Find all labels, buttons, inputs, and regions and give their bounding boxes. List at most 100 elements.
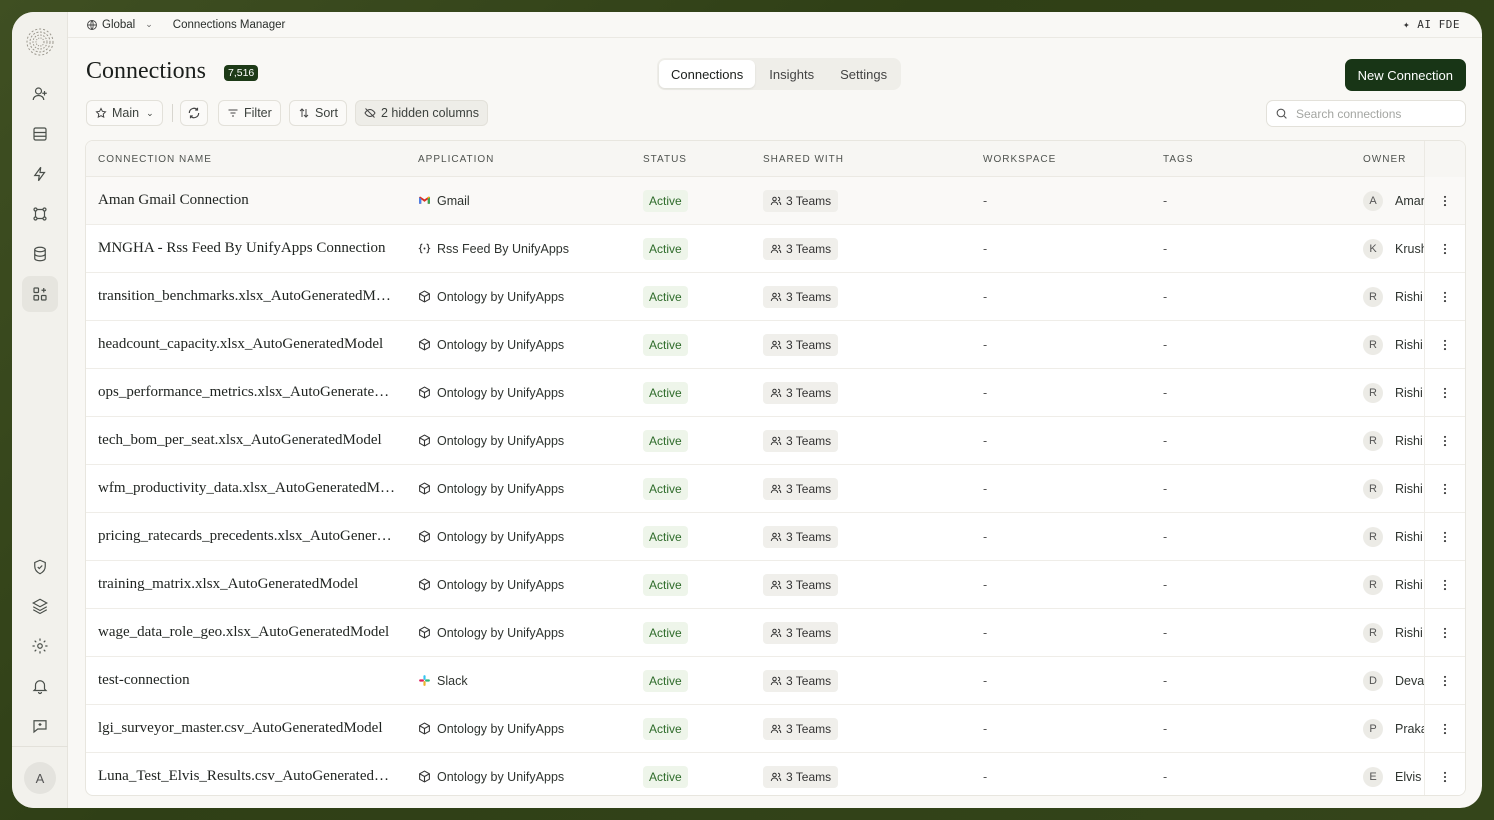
column-header-status[interactable]: STATUS [643, 154, 687, 165]
shared-with-badge[interactable]: 3 Teams [763, 237, 839, 260]
connection-name[interactable]: lgi_surveyor_master.csv_AutoGeneratedMod… [98, 705, 396, 752]
row-actions-button[interactable] [1424, 705, 1465, 752]
layers-icon[interactable] [22, 588, 58, 624]
connection-name[interactable]: wage_data_role_geo.xlsx_AutoGeneratedMod… [98, 609, 396, 656]
bell-icon[interactable] [22, 668, 58, 704]
column-header-name[interactable]: CONNECTION NAME [98, 154, 212, 165]
table-row[interactable]: tech_bom_per_seat.xlsx_AutoGeneratedMode… [86, 417, 1465, 465]
table-row[interactable]: training_matrix.xlsx_AutoGeneratedModel … [86, 561, 1465, 609]
table-row[interactable]: ops_performance_metrics.xlsx_AutoGenerat… [86, 369, 1465, 417]
connection-name[interactable]: ops_performance_metrics.xlsx_AutoGenerat… [98, 369, 396, 416]
gear-icon[interactable] [22, 628, 58, 664]
hidden-columns-button[interactable]: 2 hidden columns [355, 100, 488, 126]
feedback-icon[interactable] [22, 708, 58, 744]
tab-connections[interactable]: Connections [659, 60, 756, 88]
row-actions-button[interactable] [1424, 513, 1465, 560]
shared-with-label: 3 Teams [786, 433, 832, 448]
table-row[interactable]: Luna_Test_Elvis_Results.csv_AutoGenerate… [86, 753, 1465, 795]
row-actions-button[interactable] [1424, 225, 1465, 272]
scope-selector[interactable]: Global ⌄ [86, 19, 153, 31]
column-header-owner[interactable]: OWNER [1363, 154, 1406, 165]
table-row[interactable]: lgi_surveyor_master.csv_AutoGeneratedMod… [86, 705, 1465, 753]
shield-check-icon[interactable] [22, 549, 58, 585]
table-row[interactable]: headcount_capacity.xlsx_AutoGeneratedMod… [86, 321, 1465, 369]
row-actions-button[interactable] [1424, 561, 1465, 608]
breadcrumb[interactable]: Connections Manager [173, 19, 286, 31]
table-row[interactable]: Aman Gmail Connection Gmail Active 3 Tea… [86, 177, 1465, 225]
ai-fde-button[interactable]: ✦ AI FDE [1403, 18, 1460, 31]
connection-name[interactable]: Luna_Test_Elvis_Results.csv_AutoGenerate… [98, 753, 396, 795]
column-header-application[interactable]: APPLICATION [418, 154, 494, 165]
status-badge: Active [643, 285, 688, 308]
connection-name[interactable]: tech_bom_per_seat.xlsx_AutoGeneratedMode… [98, 417, 396, 464]
column-header-tags[interactable]: TAGS [1163, 154, 1193, 165]
row-actions-button[interactable] [1424, 369, 1465, 416]
owner-name: Prakash [1395, 721, 1425, 736]
shared-with-badge[interactable]: 3 Teams [763, 429, 839, 452]
workflow-icon[interactable] [22, 196, 58, 232]
application-name: Ontology by UnifyApps [437, 337, 565, 352]
more-vertical-icon [1443, 339, 1447, 350]
user-avatar[interactable]: A [24, 762, 56, 794]
connection-name[interactable]: MNGHA - Rss Feed By UnifyApps Connection [98, 225, 396, 272]
view-tabs: Connections Insights Settings [657, 58, 902, 90]
table-row[interactable]: test-connection Slack Active 3 Teams - -… [86, 657, 1465, 705]
inbox-icon[interactable] [22, 116, 58, 152]
row-actions-button[interactable] [1424, 321, 1465, 368]
shared-with-badge[interactable]: 3 Teams [763, 621, 839, 644]
connection-name[interactable]: pricing_ratecards_precedents.xlsx_AutoGe… [98, 513, 396, 560]
shared-with-badge[interactable]: 3 Teams [763, 189, 839, 212]
column-header-shared-with[interactable]: SHARED WITH [763, 154, 844, 165]
refresh-button[interactable] [180, 100, 208, 126]
row-actions-button[interactable] [1424, 177, 1465, 224]
shared-with-badge[interactable]: 3 Teams [763, 717, 839, 740]
table-row[interactable]: wage_data_role_geo.xlsx_AutoGeneratedMod… [86, 609, 1465, 657]
row-actions-button[interactable] [1424, 273, 1465, 320]
shared-with-badge[interactable]: 3 Teams [763, 573, 839, 596]
bolt-icon[interactable] [22, 156, 58, 192]
owner-avatar: E [1363, 766, 1383, 787]
table-row[interactable]: transition_benchmarks.xlsx_AutoGenerated… [86, 273, 1465, 321]
logo-icon[interactable] [24, 26, 56, 58]
connection-name[interactable]: training_matrix.xlsx_AutoGeneratedModel [98, 561, 396, 608]
row-actions-button[interactable] [1424, 609, 1465, 656]
view-selector[interactable]: Main ⌄ [86, 100, 163, 126]
database-icon[interactable] [22, 236, 58, 272]
tab-settings[interactable]: Settings [828, 60, 899, 88]
owner-avatar: R [1363, 430, 1383, 451]
row-actions-button[interactable] [1424, 753, 1465, 795]
table-row[interactable]: wfm_productivity_data.xlsx_AutoGenerated… [86, 465, 1465, 513]
tab-insights[interactable]: Insights [757, 60, 826, 88]
tags-cell: - [1163, 577, 1168, 592]
sparkle-icon: ✦ [1403, 18, 1411, 31]
connection-name[interactable]: Aman Gmail Connection [98, 177, 396, 224]
shared-with-badge[interactable]: 3 Teams [763, 381, 839, 404]
apps-add-icon[interactable] [22, 276, 58, 312]
shared-with-badge[interactable]: 3 Teams [763, 477, 839, 500]
cube-icon [419, 530, 430, 543]
column-header-workspace[interactable]: WORKSPACE [983, 154, 1056, 165]
owner-cell: R Rishi [1363, 465, 1425, 512]
connection-name[interactable]: headcount_capacity.xlsx_AutoGeneratedMod… [98, 321, 396, 368]
users-icon[interactable] [22, 76, 58, 112]
filter-button[interactable]: Filter [218, 100, 281, 126]
new-connection-button[interactable]: New Connection [1344, 59, 1466, 91]
search-input[interactable] [1296, 106, 1446, 121]
connection-name[interactable]: transition_benchmarks.xlsx_AutoGenerated… [98, 273, 396, 320]
row-actions-button[interactable] [1424, 465, 1465, 512]
table-row[interactable]: MNGHA - Rss Feed By UnifyApps Connection… [86, 225, 1465, 273]
sort-button[interactable]: Sort [289, 100, 347, 126]
connection-name[interactable]: wfm_productivity_data.xlsx_AutoGenerated… [98, 465, 396, 512]
shared-with-badge[interactable]: 3 Teams [763, 285, 839, 308]
connection-name[interactable]: test-connection [98, 657, 396, 704]
row-actions-button[interactable] [1424, 417, 1465, 464]
shared-with-badge[interactable]: 3 Teams [763, 669, 839, 692]
table-row[interactable]: pricing_ratecards_precedents.xlsx_AutoGe… [86, 513, 1465, 561]
globe-icon [87, 19, 97, 30]
status-badge: Active [643, 189, 688, 212]
shared-with-badge[interactable]: 3 Teams [763, 525, 839, 548]
more-vertical-icon [1443, 531, 1447, 542]
row-actions-button[interactable] [1424, 657, 1465, 704]
shared-with-badge[interactable]: 3 Teams [763, 333, 839, 356]
shared-with-badge[interactable]: 3 Teams [763, 765, 839, 788]
